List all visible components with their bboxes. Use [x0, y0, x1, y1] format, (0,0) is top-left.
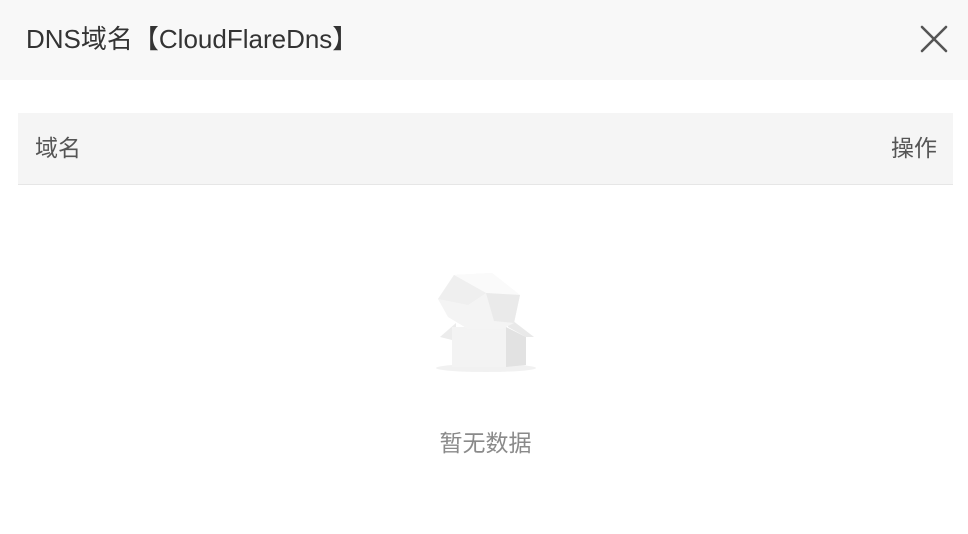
empty-box-icon	[436, 273, 536, 372]
table-header: 域名 操作	[18, 113, 953, 185]
column-header-actions: 操作	[891, 135, 937, 161]
empty-state-text: 暂无数据	[439, 430, 532, 456]
dns-domain-dialog: DNS域名【CloudFlareDns】 域名 操作 暂无数据	[0, 0, 968, 534]
close-button[interactable]	[916, 21, 952, 57]
dialog-header: DNS域名【CloudFlareDns】	[0, 0, 968, 80]
empty-state: 暂无数据	[18, 185, 953, 485]
domain-table: 域名 操作	[18, 113, 953, 185]
column-header-domain: 域名	[35, 135, 81, 161]
dialog-title: DNS域名【CloudFlareDns】	[26, 24, 359, 54]
close-icon	[920, 25, 948, 53]
